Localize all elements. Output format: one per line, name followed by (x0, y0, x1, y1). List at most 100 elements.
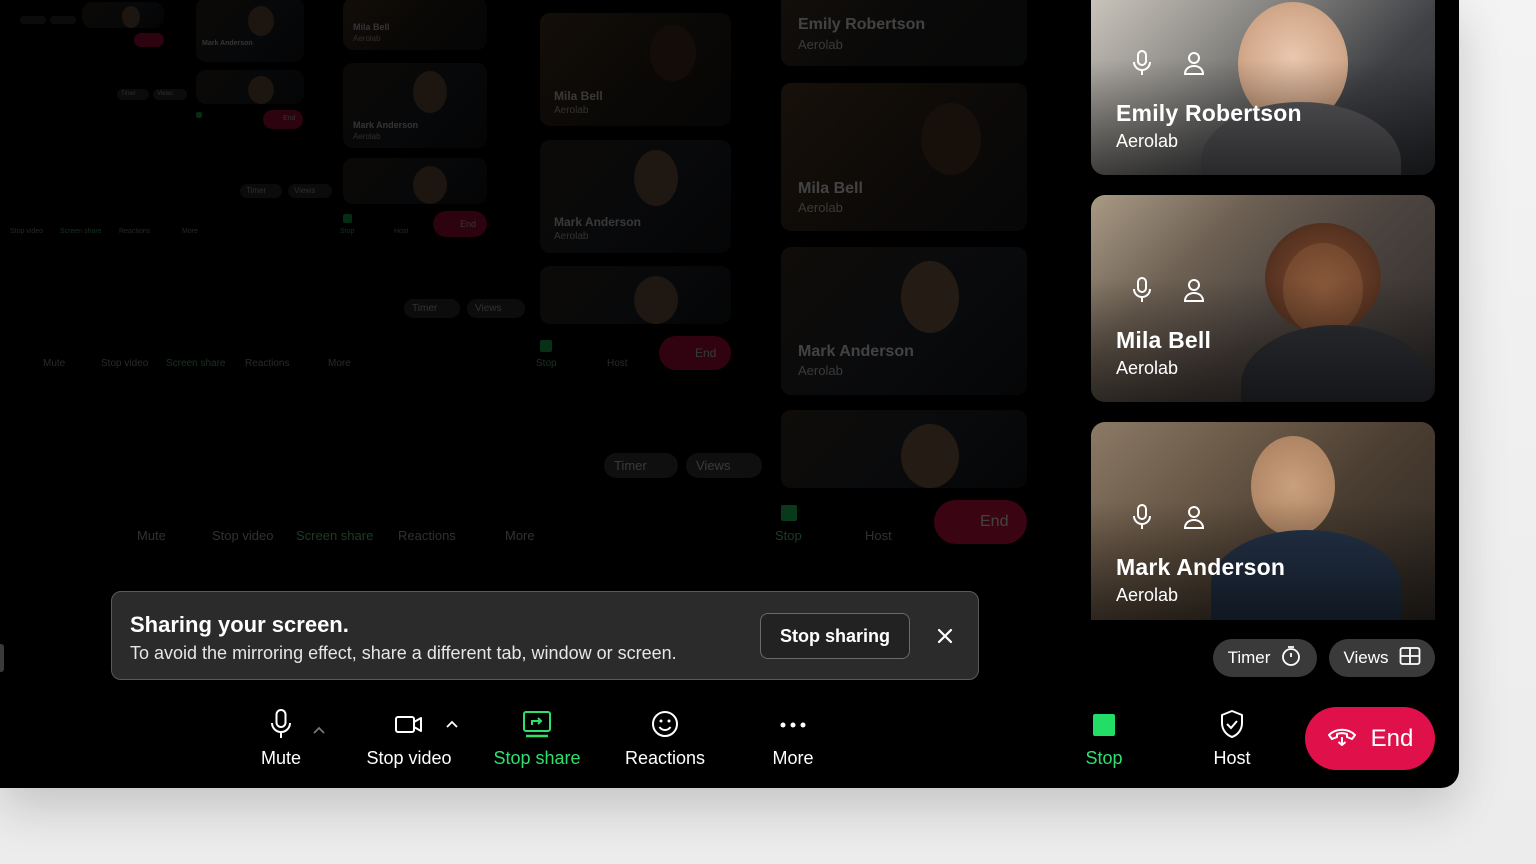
participant-org: Aerolab (1116, 358, 1179, 378)
mirror-label: Mute (43, 358, 66, 369)
participant-name: Emily Robertson (1116, 100, 1302, 126)
tile-icons (1131, 277, 1205, 308)
phone-end-icon (1327, 725, 1357, 753)
mirror-timer-pill: Timer (117, 89, 149, 100)
mirror-tile: Mark Anderson Aerolab (540, 140, 731, 253)
tile-icons (1131, 50, 1205, 81)
mirror-tile: Mila Bell Aerolab (781, 83, 1027, 231)
meeting-window: Emily Robertson Aerolab Mila Bell Aerola… (0, 0, 1459, 788)
views-label: Views (1343, 648, 1389, 667)
mirror-end-button: End (433, 211, 487, 237)
mirror-tile: Mark Anderson Aerolab (781, 247, 1027, 395)
mirror-tile: Emily Robertson Aerolab (781, 0, 1027, 66)
host-label: Host (1213, 748, 1251, 768)
participant-tile: Mark Anderson Aerolab (1091, 422, 1435, 620)
mirror-label: More (328, 358, 351, 369)
person-icon (1183, 50, 1205, 81)
more-label: More (772, 748, 814, 768)
mirror-label: Stop (536, 358, 557, 369)
mirror-tile-name: Mark Anderson (202, 40, 253, 47)
person-icon (1183, 504, 1205, 535)
end-label: End (1370, 724, 1414, 752)
mirror-label: Host (865, 528, 892, 543)
mirror-tile-org: Aerolab (554, 105, 589, 116)
edge-handle (0, 644, 4, 672)
mirror-timer-pill: Timer (404, 299, 460, 318)
reactions-label: Reactions (624, 748, 706, 768)
mirror-timer-pill: Timer (240, 184, 282, 198)
mirror-tile-name: Mark Anderson (554, 215, 641, 229)
mirror-tile (781, 410, 1027, 488)
mirror-tile-name: Mila Bell (554, 89, 603, 103)
mirror-label: Stop (775, 528, 802, 543)
screen-sharing-banner: Sharing your screen. To avoid the mirror… (111, 591, 979, 680)
mirror-label: Stop video (10, 228, 44, 235)
mirror-label: Host (394, 228, 409, 235)
screen-share-mirror: Emily Robertson Aerolab Mila Bell Aerola… (0, 0, 1060, 590)
caret-up-icon[interactable] (312, 722, 326, 734)
smiley-icon (610, 708, 720, 740)
screen-share-icon (482, 708, 592, 740)
timer-label: Timer (1227, 648, 1271, 667)
participant-org: Aerolab (1116, 585, 1179, 605)
mirror-tile-org: Aerolab (554, 231, 589, 242)
mirror-tile: Mark Anderson Aerolab (343, 63, 487, 148)
mirror-label: Stop video (212, 528, 274, 543)
mirror-views-pill: Views (288, 184, 332, 198)
mirror-tile: Mark Anderson (196, 0, 304, 62)
mirror-label: Host (607, 358, 628, 369)
participant-name: Mila Bell (1116, 327, 1212, 353)
more-dots-icon (738, 708, 848, 740)
mirror-tile: Mila Bell Aerolab (540, 13, 731, 126)
mirror-tile (82, 2, 164, 28)
mirror-label: More (182, 228, 198, 235)
mirror-timer-pill: Timer (604, 453, 678, 478)
stop-recording-button[interactable]: Stop (1049, 708, 1159, 778)
mirror-label: Reactions (245, 358, 290, 369)
mirror-tile-org: Aerolab (353, 34, 381, 43)
mirror-tile-name: Mark Anderson (353, 120, 419, 130)
mirror-tile-name: Emily Robertson (798, 16, 926, 33)
mute-button[interactable]: Mute (226, 708, 336, 778)
mirror-label: More (505, 528, 535, 543)
end-call-button[interactable]: End (1305, 707, 1435, 770)
person-icon (1183, 277, 1205, 308)
stop-sharing-button[interactable]: Stop sharing (760, 613, 910, 659)
mirror-views-pill: Views (153, 89, 187, 100)
mirror-stop-square (196, 112, 202, 118)
grid-icon (1399, 645, 1421, 672)
mirror-tile: Mila Bell Aerolab (343, 0, 487, 50)
mirror-tile-org: Aerolab (353, 132, 381, 141)
mirror-end-button: End (934, 500, 1027, 544)
mirror-tile (540, 266, 731, 324)
timer-button[interactable]: Timer (1213, 639, 1317, 677)
stop-square-icon (1049, 708, 1159, 740)
tile-icons (1131, 504, 1205, 535)
reactions-button[interactable]: Reactions (610, 708, 720, 778)
mirror-tile-name: Mila Bell (353, 22, 390, 32)
stop-video-label: Stop video (366, 748, 452, 768)
stop-label: Stop (1085, 748, 1123, 768)
mirror-end-button: End (659, 336, 731, 370)
timer-icon (1280, 645, 1302, 672)
mirror-stop-square (540, 340, 552, 352)
mirror-tile-org: Aerolab (798, 37, 843, 52)
banner-title: Sharing your screen. (130, 612, 349, 637)
mirror-stop-square (781, 505, 797, 521)
mirror-label: Stop video (101, 358, 149, 369)
mirror-label: Stop (340, 228, 355, 235)
participant-name: Mark Anderson (1116, 554, 1286, 580)
mirror-label: Reactions (119, 228, 151, 235)
mirror-timer-pill (20, 16, 46, 24)
mirror-stop-square (343, 214, 352, 223)
mute-label: Mute (260, 748, 302, 768)
more-button[interactable]: More (738, 708, 848, 778)
stop-share-button[interactable]: Stop share (482, 708, 592, 778)
views-button[interactable]: Views (1329, 639, 1435, 677)
mirror-tile-name: Mark Anderson (798, 343, 914, 360)
close-icon[interactable] (934, 625, 956, 647)
caret-up-icon[interactable] (445, 716, 459, 728)
host-button[interactable]: Host (1177, 708, 1287, 778)
participant-tile: Emily Robertson Aerolab (1091, 0, 1435, 175)
mirror-views-pill: Views (686, 453, 762, 478)
